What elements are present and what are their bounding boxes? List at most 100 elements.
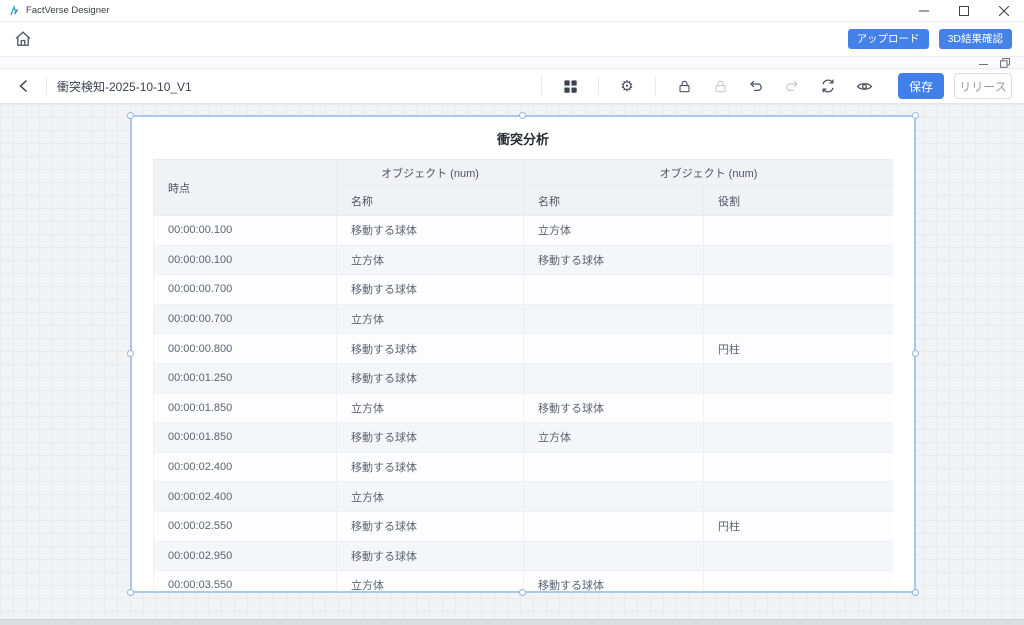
refresh-icon [822,79,834,93]
undo-button[interactable] [742,73,770,99]
collision-table: 時点 オブジェクト (num) オブジェクト (num) 名称 名称 役割 00… [153,159,893,591]
table-cell [703,274,893,305]
upload-button[interactable]: アップロード [847,28,929,50]
selection-handle-bottom-right[interactable] [912,589,919,596]
gear-icon: ⚙ [620,76,634,95]
preview-button[interactable] [850,73,878,99]
document-title[interactable]: 衝突検知-2025-10-10_V1 [57,78,192,95]
table-cell [703,303,893,335]
table-cell: 00:00:03.550 [153,570,337,591]
canvas-bottom-edge [0,619,1024,625]
table-cell: 立方体 [336,392,524,424]
table-row: 00:00:01.850 移動する球体 立方体 [153,422,893,453]
view-3d-results-button[interactable]: 3D結果確認 [938,28,1012,50]
editor-toolbar: 衝突検知-2025-10-10_V1 ⚙ 保存 リリース [0,69,1024,104]
back-icon [19,79,28,93]
titlebar: FactVerse Designer [0,0,1024,22]
selection-handle-top-left[interactable] [127,112,134,119]
table-row: 00:00:02.400 立方体 [153,481,893,512]
column-header-time: 時点 [153,159,337,216]
close-icon[interactable] [984,0,1024,22]
table-cell [703,362,893,394]
table-row: 00:00:00.100 立方体 移動する球体 [153,244,893,276]
release-button[interactable]: リリース [954,73,1012,99]
minimize-icon[interactable] [904,0,944,22]
window-restore-icon[interactable] [1000,57,1010,68]
document-window-strip [0,57,1024,69]
table-cell [703,451,893,483]
table-cell [523,540,704,572]
settings-button[interactable]: ⚙ [613,73,641,99]
eye-icon [856,82,872,90]
header-buttons: アップロード 3D結果確認 [847,28,1014,50]
table-cell: 00:00:02.550 [153,510,337,542]
lock-button[interactable] [670,73,698,99]
save-button[interactable]: 保存 [898,73,944,99]
table-cell: 立方体 [523,422,704,453]
blocks-button[interactable] [556,73,584,99]
table-cell: 移動する球体 [336,274,524,305]
lock-icon [678,80,690,92]
table-cell: 立方体 [336,570,524,591]
table-cell: 00:00:00.700 [153,303,337,335]
collision-table-widget[interactable]: 衝突分析 時点 オブジェクト (num) オブジェクト (num) 名称 名称 [132,117,914,591]
table-cell: 00:00:00.800 [153,333,337,364]
home-button[interactable] [10,26,36,52]
table-row: 00:00:01.850 立方体 移動する球体 [153,392,893,424]
table-cell: 00:00:01.850 [153,392,337,424]
table-cell [703,481,893,512]
column-group-object-2: オブジェクト (num) [523,159,893,186]
table-cell [703,422,893,453]
table-cell [703,244,893,276]
table-cell: 移動する球体 [336,422,524,453]
table-cell: 移動する球体 [336,215,524,246]
table-cell [523,362,704,394]
selection-handle-top-center[interactable] [519,112,526,119]
table-cell: 立方体 [336,481,524,512]
unlock-button[interactable] [706,73,734,99]
selection-handle-top-right[interactable] [912,112,919,119]
selection-handle-bottom-center[interactable] [519,589,526,596]
selection-handle-middle-right[interactable] [912,350,919,357]
table-row: 00:00:02.950 移動する球体 [153,540,893,572]
widget-selection-frame: 衝突分析 時点 オブジェクト (num) オブジェクト (num) 名称 名称 [127,112,919,596]
table-cell [523,451,704,483]
table-cell: 移動する球体 [523,244,704,276]
redo-button[interactable] [778,73,806,99]
toolbar-divider [46,77,47,95]
table-row: 00:00:02.550 移動する球体 円柱 [153,510,893,542]
toolbar-divider [655,77,656,95]
table-cell: 移動する球体 [336,451,524,483]
design-canvas[interactable]: 衝突分析 時点 オブジェクト (num) オブジェクト (num) 名称 名称 [0,104,1024,625]
table-cell [523,303,704,335]
table-cell: 移動する球体 [336,540,524,572]
maximize-icon[interactable] [944,0,984,22]
redo-icon [786,80,798,92]
undo-icon [750,80,762,92]
table-row: 00:00:00.700 移動する球体 [153,274,893,305]
table-cell [523,274,704,305]
table-cell: 移動する球体 [523,392,704,424]
app-header: アップロード 3D結果確認 [0,22,1024,57]
table-cell: 移動する球体 [336,362,524,394]
table-cell [523,481,704,512]
selection-handle-bottom-left[interactable] [127,589,134,596]
table-cell: 移動する球体 [336,510,524,542]
table-cell: 00:00:01.250 [153,362,337,394]
column-header-name-1: 名称 [336,185,524,216]
window-minimize-icon[interactable] [979,58,988,67]
table-row: 00:00:00.700 立方体 [153,303,893,335]
app-logo-icon [10,4,19,15]
table-row: 00:00:03.550 立方体 移動する球体 [153,570,893,591]
table-cell: 00:00:02.950 [153,540,337,572]
column-header-name-2: 名称 [523,185,704,216]
refresh-button[interactable] [814,73,842,99]
table-cell: 00:00:00.700 [153,274,337,305]
table-cell [703,540,893,572]
widget-title: 衝突分析 [496,132,549,147]
blocks-icon [563,79,577,93]
toolbar-actions: ⚙ 保存 リリース [531,73,1012,99]
back-button[interactable] [12,74,36,98]
toolbar-divider [541,77,542,95]
selection-handle-middle-left[interactable] [127,350,134,357]
